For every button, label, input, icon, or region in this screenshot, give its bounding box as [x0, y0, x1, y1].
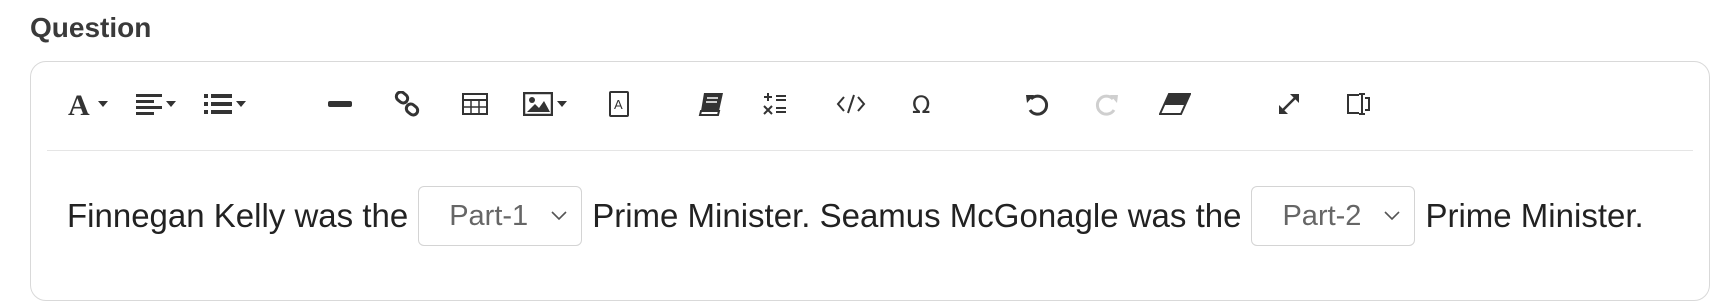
book-button[interactable] — [691, 84, 731, 124]
editor-toolbar: A A Ω — [47, 62, 1693, 151]
part-2-dropdown[interactable]: Part-2 — [1251, 186, 1416, 246]
svg-text:A: A — [68, 90, 90, 118]
chevron-down-icon — [1384, 211, 1401, 221]
redo-button[interactable] — [1087, 84, 1127, 124]
fullscreen-button[interactable] — [1269, 84, 1309, 124]
text-cursor-button[interactable] — [1339, 84, 1379, 124]
special-character-button[interactable]: Ω — [903, 84, 943, 124]
font-icon: A — [68, 90, 94, 118]
omega-icon: Ω — [911, 92, 935, 116]
redo-icon — [1094, 91, 1120, 117]
caret-down-icon — [98, 101, 108, 107]
font-button[interactable]: A — [63, 84, 113, 124]
part-2-dropdown-value: Part-2 — [1282, 199, 1362, 232]
question-heading: Question — [30, 12, 152, 43]
svg-text:A: A — [614, 97, 623, 112]
code-icon — [836, 93, 866, 115]
part-1-dropdown[interactable]: Part-1 — [418, 186, 583, 246]
undo-button[interactable] — [1017, 84, 1057, 124]
image-button[interactable] — [517, 84, 573, 124]
table-button[interactable] — [455, 84, 495, 124]
undo-icon — [1024, 91, 1050, 117]
svg-text:Ω: Ω — [912, 92, 930, 116]
rich-text-editor: A A Ω Finnegan Kelly was the Part-1 Prim… — [30, 61, 1710, 301]
list-button[interactable] — [199, 84, 251, 124]
sentence-text-2: Prime Minister. Seamus McGonagle was the — [592, 197, 1242, 234]
clear-formatting-button[interactable] — [1153, 84, 1197, 124]
book-icon — [698, 92, 724, 116]
list-icon — [204, 93, 232, 115]
align-button[interactable] — [131, 84, 181, 124]
sentence-text-1: Finnegan Kelly was the — [67, 197, 409, 234]
question-content[interactable]: Finnegan Kelly was the Part-1 Prime Mini… — [67, 186, 1699, 246]
align-icon — [136, 93, 162, 115]
caret-down-icon — [166, 101, 176, 107]
math-icon — [762, 92, 788, 116]
sentence-text-3: Prime Minister. — [1425, 197, 1644, 234]
caret-down-icon — [236, 101, 246, 107]
eraser-icon — [1159, 93, 1191, 115]
text-box-button[interactable]: A — [599, 84, 639, 124]
math-button[interactable] — [755, 84, 795, 124]
table-icon — [462, 93, 488, 115]
image-icon — [523, 92, 553, 116]
horizontal-rule-button[interactable] — [320, 84, 360, 124]
link-icon — [394, 91, 420, 117]
text-cursor-icon — [1345, 91, 1373, 117]
code-button[interactable] — [829, 84, 873, 124]
text-box-icon: A — [609, 91, 629, 117]
fullscreen-icon — [1277, 92, 1301, 116]
chevron-down-icon — [551, 211, 567, 221]
link-button[interactable] — [387, 84, 427, 124]
caret-down-icon — [557, 101, 567, 107]
horizontal-rule-icon — [328, 100, 352, 108]
part-1-dropdown-value: Part-1 — [449, 199, 529, 232]
